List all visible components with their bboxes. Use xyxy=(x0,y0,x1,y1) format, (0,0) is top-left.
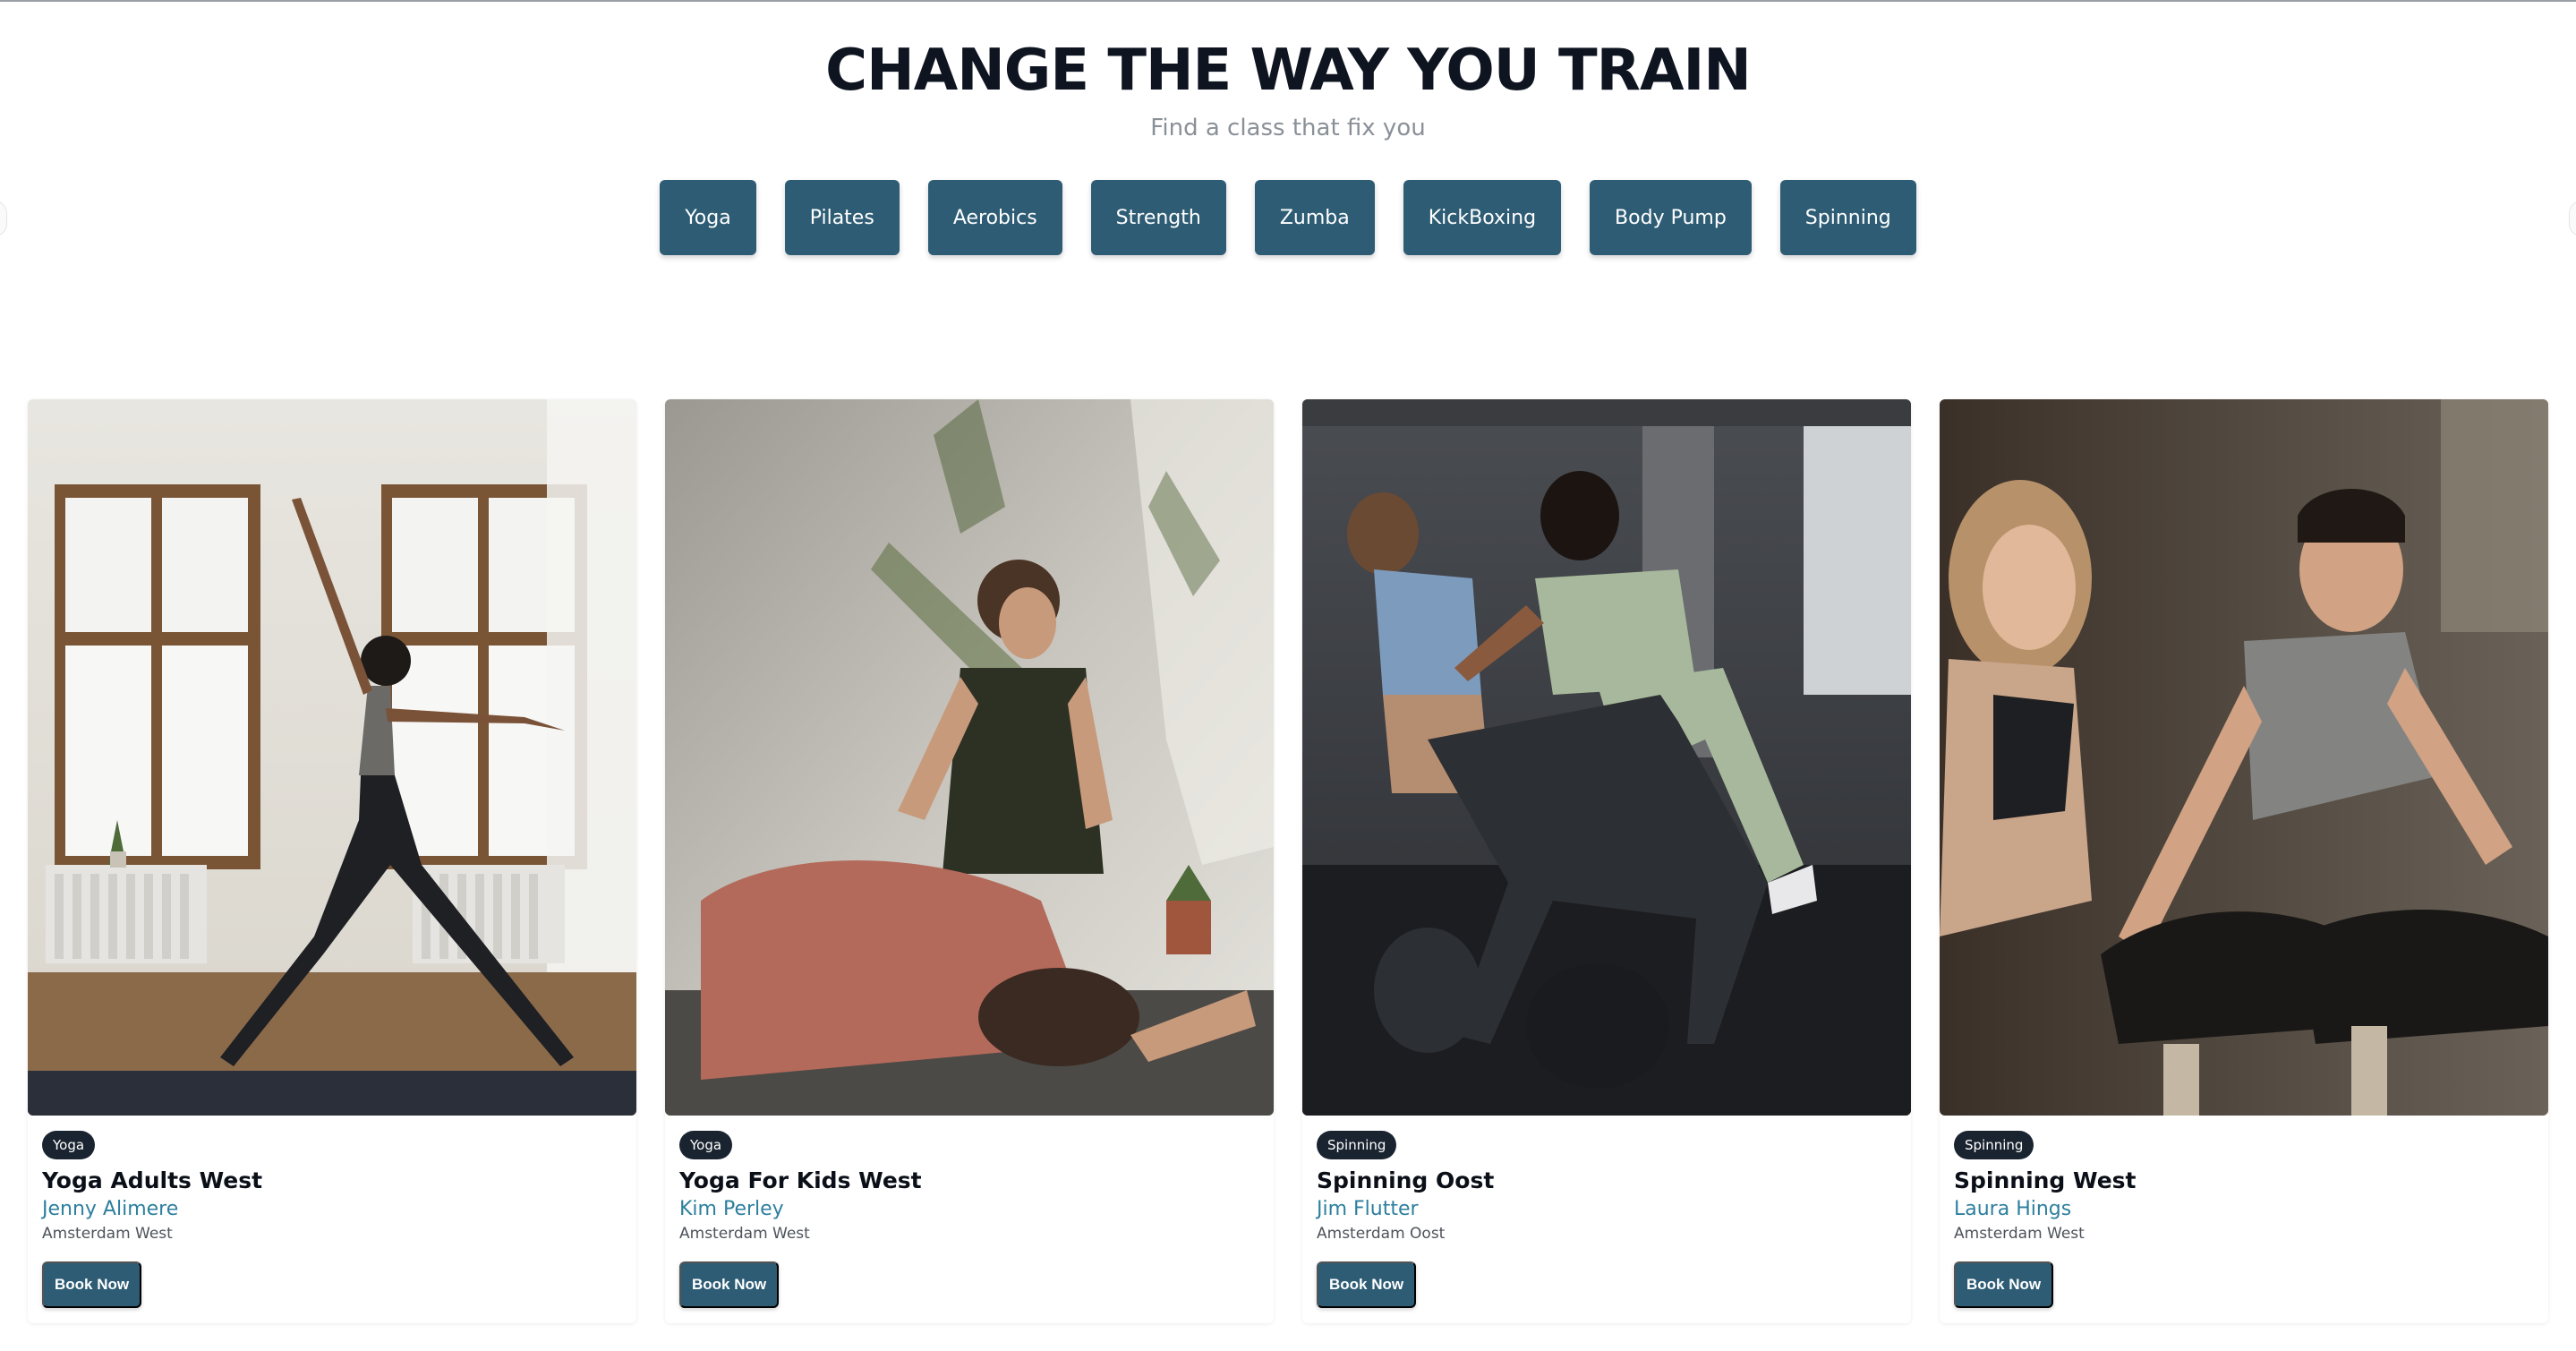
class-location: Amsterdam West xyxy=(679,1225,810,1243)
class-cards: Yoga Yoga Adults West Jenny Alimere Amst… xyxy=(28,399,2548,1323)
category-badge: Spinning xyxy=(1317,1131,1397,1159)
page-subtitle: Find a class that fix you xyxy=(1150,115,1426,141)
page-title: CHANGE THE WAY YOU TRAIN xyxy=(825,38,1752,104)
tab-aerobics[interactable]: Aerobics xyxy=(927,180,1062,255)
category-badge: Yoga xyxy=(679,1131,733,1159)
class-card[interactable]: Spinning Spinning West Laura Hings Amste… xyxy=(1940,399,2548,1323)
class-photo xyxy=(665,399,1274,1116)
book-now-button[interactable]: Book Now xyxy=(1317,1261,1417,1308)
class-photo xyxy=(1940,399,2548,1116)
class-photo xyxy=(28,399,636,1116)
book-now-button[interactable]: Book Now xyxy=(679,1261,780,1308)
top-divider xyxy=(0,0,2576,2)
class-title: Yoga Adults West xyxy=(42,1167,263,1193)
class-title: Spinning West xyxy=(1954,1167,2137,1193)
class-location: Amsterdam Oost xyxy=(1317,1225,1446,1243)
book-now-button[interactable]: Book Now xyxy=(1954,1261,2054,1308)
class-title: Spinning Oost xyxy=(1317,1167,1495,1193)
category-badge: Yoga xyxy=(42,1131,96,1159)
trainer-link[interactable]: Kim Perley xyxy=(679,1198,784,1220)
class-card[interactable]: Spinning Spinning Oost Jim Flutter Amste… xyxy=(1302,399,1911,1323)
class-photo xyxy=(1302,399,1911,1116)
category-badge: Spinning xyxy=(1954,1131,2034,1159)
tab-yoga[interactable]: Yoga xyxy=(660,180,756,255)
tab-spinning[interactable]: Spinning xyxy=(1779,180,1916,255)
class-filter-tabs: Yoga Pilates Aerobics Strength Zumba Kic… xyxy=(0,180,2576,255)
class-card[interactable]: Yoga Yoga Adults West Jenny Alimere Amst… xyxy=(28,399,636,1323)
tab-strength[interactable]: Strength xyxy=(1090,180,1226,255)
tab-body-pump[interactable]: Body Pump xyxy=(1590,180,1752,255)
tab-pilates[interactable]: Pilates xyxy=(784,180,900,255)
class-location: Amsterdam West xyxy=(1954,1225,2085,1243)
trainer-link[interactable]: Laura Hings xyxy=(1954,1198,2071,1220)
tab-kickboxing[interactable]: KickBoxing xyxy=(1403,180,1562,255)
tab-zumba[interactable]: Zumba xyxy=(1254,180,1375,255)
class-title: Yoga For Kids West xyxy=(679,1167,922,1193)
class-location: Amsterdam West xyxy=(42,1225,173,1243)
book-now-button[interactable]: Book Now xyxy=(42,1261,142,1308)
class-card[interactable]: Yoga Yoga For Kids West Kim Perley Amste… xyxy=(665,399,1274,1323)
trainer-link[interactable]: Jim Flutter xyxy=(1317,1198,1419,1220)
trainer-link[interactable]: Jenny Alimere xyxy=(42,1198,178,1220)
